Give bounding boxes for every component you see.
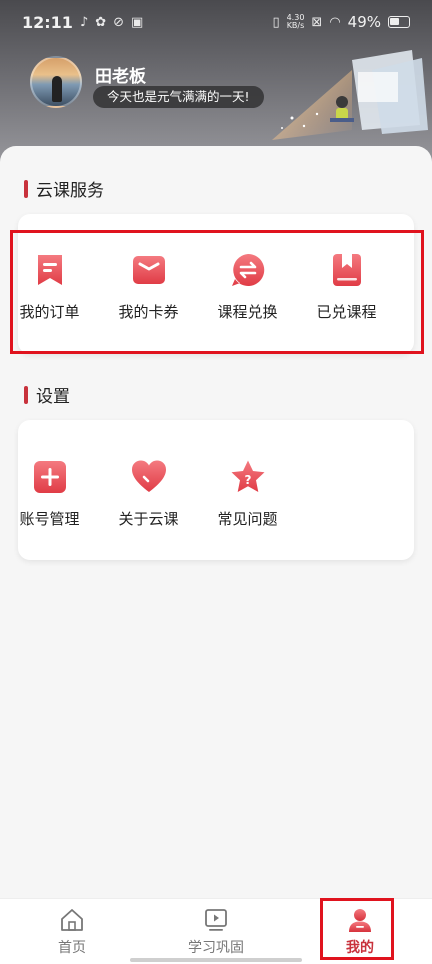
bookmark-order-icon bbox=[37, 255, 62, 285]
main-content: 云课服务 我的订单 我的卡券 课程兑换 已兑课程 设置 账号管理 关于云课 ? … bbox=[0, 146, 432, 898]
bottom-nav: 首页 学习巩固 我的 bbox=[0, 898, 432, 964]
media-icon: ▣ bbox=[131, 14, 144, 30]
section-accent-bar bbox=[24, 179, 28, 198]
sim-icon: ⊠ bbox=[311, 14, 323, 30]
vibrate-icon: ▯ bbox=[272, 14, 280, 30]
status-time: 12:11 bbox=[22, 12, 73, 32]
account-management-button[interactable]: 账号管理 bbox=[0, 459, 99, 529]
settings-grid: 账号管理 关于云课 ? 常见问题 bbox=[0, 459, 396, 529]
reading-illustration bbox=[272, 50, 428, 140]
net-speed: 4.30 KB/s bbox=[286, 13, 305, 30]
sync-icon: ⊘ bbox=[113, 14, 125, 30]
my-orders-button[interactable]: 我的订单 bbox=[0, 252, 99, 322]
home-indicator bbox=[130, 958, 302, 962]
battery-percent: 49% bbox=[347, 13, 381, 31]
course-exchange-button[interactable]: 课程兑换 bbox=[198, 252, 297, 322]
plus-square-icon bbox=[33, 461, 66, 493]
nav-home[interactable]: 首页 bbox=[0, 899, 144, 964]
my-coupons-button[interactable]: 我的卡券 bbox=[99, 252, 198, 322]
app-notification-icon: ✿ bbox=[95, 14, 107, 30]
services-section-title: 云课服务 bbox=[24, 176, 104, 201]
wifi-icon: ◠ bbox=[329, 14, 341, 30]
question-star-icon: ? bbox=[231, 460, 264, 492]
redeemed-book-icon bbox=[332, 254, 361, 286]
battery-icon bbox=[388, 16, 410, 28]
faq-button[interactable]: ? 常见问题 bbox=[198, 459, 297, 529]
person-icon bbox=[349, 908, 371, 932]
settings-section-title: 设置 bbox=[24, 382, 70, 407]
play-screen-icon bbox=[205, 908, 227, 931]
tiktok-icon: ♪ bbox=[79, 14, 89, 30]
user-name: 田老板 bbox=[95, 67, 146, 87]
coupon-card-icon bbox=[132, 256, 165, 284]
home-icon bbox=[61, 908, 83, 931]
about-yunke-button[interactable]: 关于云课 bbox=[99, 459, 198, 529]
avatar[interactable] bbox=[30, 56, 82, 108]
profile-header: 12:11 ♪ ✿ ⊘ ▣ ▯ 4.30 KB/s ⊠ ◠ 49% 田老板 今天也… bbox=[0, 0, 432, 170]
nav-mine[interactable]: 我的 bbox=[288, 899, 432, 964]
redeemed-courses-button[interactable]: 已兑课程 bbox=[297, 252, 396, 322]
section-accent-bar bbox=[24, 385, 28, 404]
services-grid: 我的订单 我的卡券 课程兑换 已兑课程 bbox=[0, 252, 396, 322]
svg-text:?: ? bbox=[244, 473, 251, 487]
nav-study[interactable]: 学习巩固 bbox=[144, 899, 288, 964]
exchange-icon bbox=[231, 253, 264, 286]
heart-icon bbox=[131, 460, 166, 492]
